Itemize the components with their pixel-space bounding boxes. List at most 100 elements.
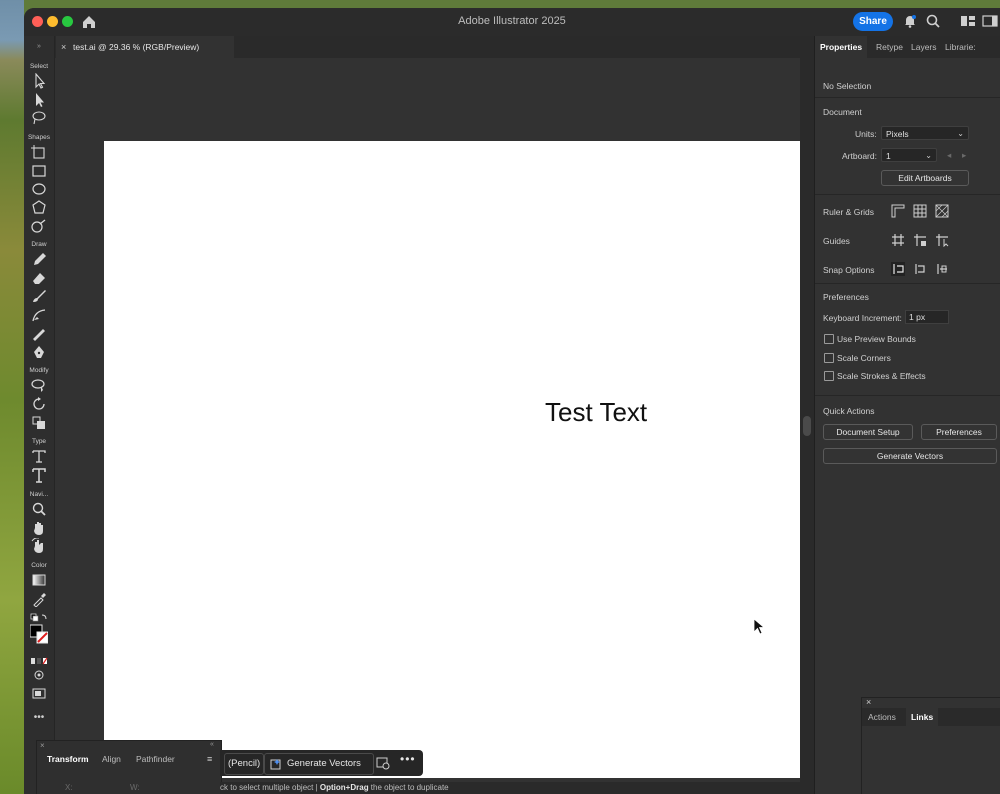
scale-tool-icon[interactable] — [30, 414, 48, 430]
tab-layers[interactable]: Layers — [911, 36, 937, 58]
keyboard-increment-input[interactable]: 1 px — [905, 310, 949, 324]
scale-corners-checkbox[interactable] — [824, 353, 834, 363]
hand-tool-icon[interactable] — [30, 520, 48, 536]
tab-links[interactable]: Links — [906, 708, 939, 726]
units-label: Units: — [855, 129, 877, 139]
document-tab-bar: × test.ai @ 29.36 % (RGB/Preview) — [24, 36, 814, 58]
snap-to-glyph-icon[interactable] — [913, 262, 927, 276]
pencil-tool-icon[interactable] — [30, 251, 48, 267]
tab-libraries[interactable]: Librarie: — [945, 36, 976, 58]
smart-guides-icon[interactable] — [935, 233, 949, 248]
scale-strokes-label: Scale Strokes & Effects — [837, 371, 926, 381]
tab-properties[interactable]: Properties — [815, 36, 868, 58]
divider — [815, 283, 1000, 284]
guides-lock-icon[interactable] — [913, 233, 927, 247]
workspace-switcher-icon[interactable] — [960, 14, 976, 28]
use-preview-bounds-label: Use Preview Bounds — [837, 334, 916, 344]
direct-selection-tool-icon[interactable] — [30, 92, 48, 108]
rotate-view-tool-icon[interactable] — [30, 537, 48, 554]
blob-brush-tool-icon[interactable] — [30, 325, 48, 341]
document-setup-button[interactable]: Document Setup — [823, 424, 913, 440]
tab-align[interactable]: Align — [102, 754, 121, 764]
selection-status: No Selection — [823, 81, 872, 91]
document-tab-label: test.ai @ 29.36 % (RGB/Preview) — [73, 42, 200, 52]
image-settings-icon[interactable] — [376, 756, 390, 770]
chevron-down-icon: ⌄ — [957, 129, 964, 138]
scale-corners-label: Scale Corners — [837, 353, 891, 363]
grid-icon[interactable] — [913, 204, 927, 218]
ellipse-tool-icon[interactable] — [30, 181, 48, 197]
paintbrush-tool-icon[interactable] — [30, 288, 48, 304]
edit-artboards-button[interactable]: Edit Artboards — [881, 170, 969, 186]
rectangle-tool-icon[interactable] — [30, 163, 48, 179]
collapse-panel-icon[interactable]: « — [210, 741, 214, 748]
toolbar-section-draw: Draw — [31, 241, 47, 248]
artboard-dropdown[interactable]: 1 ⌄ — [881, 148, 937, 162]
tab-retype[interactable]: Retype — [876, 36, 903, 58]
shaper-tool-icon[interactable] — [30, 218, 48, 234]
color-mode-icons[interactable] — [30, 653, 48, 665]
preferences-heading: Preferences — [823, 292, 869, 302]
generate-vectors-taskbar-button[interactable]: Generate Vectors — [264, 753, 374, 775]
type-tool-icon[interactable] — [30, 467, 48, 483]
close-panel-icon[interactable]: × — [866, 697, 871, 707]
guides-label: Guides — [823, 236, 850, 246]
panel-menu-icon[interactable]: ≡ — [207, 754, 212, 764]
document-heading: Document — [823, 107, 862, 117]
edit-toolbar-more-icon[interactable]: ••• — [24, 712, 54, 723]
rulers-icon[interactable] — [891, 204, 905, 218]
fill-stroke-swatch[interactable] — [29, 624, 49, 650]
next-artboard-icon[interactable]: ▸ — [962, 150, 966, 161]
use-preview-bounds-checkbox[interactable] — [824, 334, 834, 344]
canvas-area[interactable]: Test Text — [55, 58, 801, 786]
share-button[interactable]: Share — [853, 12, 893, 31]
document-tab[interactable]: × test.ai @ 29.36 % (RGB/Preview) — [56, 36, 234, 58]
notifications-bell-icon[interactable] — [902, 13, 918, 29]
guides-show-icon[interactable] — [891, 233, 905, 247]
pen-tool-icon[interactable] — [30, 344, 48, 360]
draw-mode-icon[interactable] — [30, 667, 48, 683]
vertical-scrollbar[interactable] — [800, 58, 814, 794]
type-on-path-tool-icon[interactable] — [30, 448, 48, 464]
tab-pathfinder[interactable]: Pathfinder — [136, 754, 175, 764]
snap-to-point-icon[interactable] — [891, 262, 905, 276]
rotate-tool-icon[interactable] — [30, 396, 48, 412]
canvas-text-object[interactable]: Test Text — [545, 397, 647, 428]
selection-tool-icon[interactable] — [30, 72, 48, 89]
previous-artboard-icon[interactable]: ◂ — [947, 150, 951, 161]
more-options-icon[interactable]: ••• — [400, 752, 416, 766]
default-colors-icon[interactable] — [30, 611, 48, 623]
screen-mode-icon[interactable] — [30, 685, 48, 701]
close-tab-icon[interactable]: × — [61, 36, 66, 58]
units-dropdown[interactable]: Pixels ⌄ — [881, 126, 969, 140]
generate-vectors-label: Generate Vectors — [287, 758, 361, 769]
artboard-label: Artboard: — [842, 151, 877, 161]
illustrator-window: Adobe Illustrator 2025 Share × test.ai @… — [24, 8, 1000, 794]
artboard[interactable]: Test Text — [104, 141, 801, 778]
eyedropper-tool-icon[interactable] — [30, 591, 48, 608]
transparency-grid-icon[interactable] — [935, 204, 949, 218]
pencil-button[interactable]: (Pencil) — [224, 753, 265, 775]
scrollbar-thumb[interactable] — [803, 416, 811, 436]
scale-strokes-checkbox[interactable] — [824, 371, 834, 381]
toolbar-collapse-icon[interactable]: » — [24, 43, 54, 50]
gradient-tool-icon[interactable] — [30, 572, 48, 588]
preferences-button[interactable]: Preferences — [921, 424, 997, 440]
x-label: X: — [65, 783, 73, 792]
shape-builder-tool-icon[interactable] — [30, 377, 48, 393]
curvature-tool-icon[interactable] — [30, 307, 48, 323]
search-icon[interactable] — [925, 13, 941, 29]
snap-to-pixel-icon[interactable] — [935, 262, 949, 276]
generate-vectors-button[interactable]: Generate Vectors — [823, 448, 997, 464]
panel-toggle-icon[interactable] — [982, 14, 998, 28]
eraser-tool-icon[interactable] — [30, 270, 48, 286]
polygon-tool-icon[interactable] — [30, 199, 48, 215]
tab-actions[interactable]: Actions — [868, 708, 896, 726]
artboard-tool-icon[interactable] — [30, 144, 48, 160]
tab-transform[interactable]: Transform — [47, 754, 89, 764]
close-panel-icon[interactable]: × — [40, 741, 45, 750]
status-bar: ck to select multiple object | Option+Dr… — [220, 782, 800, 794]
lasso-tool-icon[interactable] — [30, 110, 48, 126]
units-value: Pixels — [886, 129, 909, 139]
zoom-tool-icon[interactable] — [30, 501, 48, 517]
